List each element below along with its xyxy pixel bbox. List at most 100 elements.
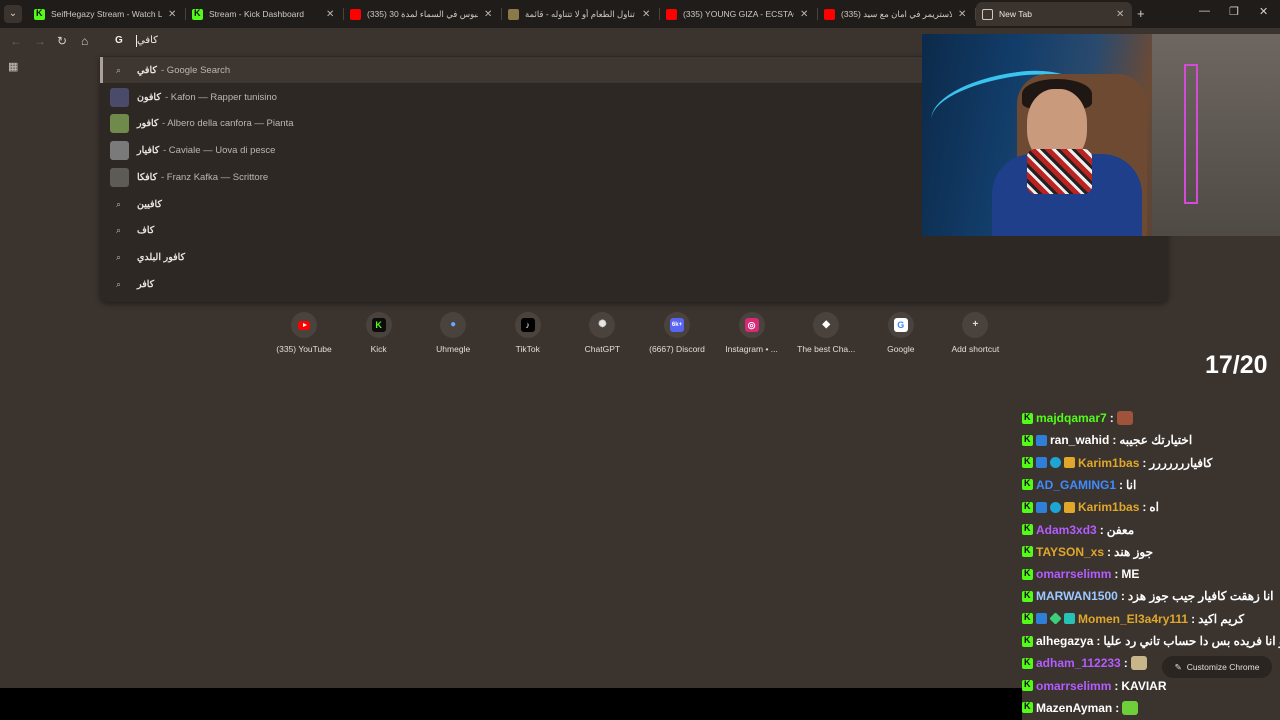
shortcut-tile[interactable]: ● Uhmegle: [413, 312, 493, 354]
kick-icon: [192, 8, 203, 20]
shortcut-tile[interactable]: + Add shortcut: [935, 312, 1015, 354]
suggestion-text: كافور: [137, 118, 159, 130]
forward-icon[interactable]: →: [34, 34, 46, 48]
suggestion-row[interactable]: ⌕ كافر: [100, 271, 1168, 297]
chat-username: Adam3xd3: [1036, 522, 1097, 537]
shortcut-tile[interactable]: ◆ The best Cha...: [786, 312, 866, 354]
chat-message: Adam3xd3 : معفن: [1022, 520, 1134, 540]
restore-icon[interactable]: ❐: [1229, 5, 1239, 18]
shortcut-label: Add shortcut: [951, 344, 1000, 354]
shortcut-tile[interactable]: ◎ Instagram • ...: [712, 312, 792, 354]
green-badge-icon: [1049, 612, 1062, 625]
minimize-icon[interactable]: —: [1199, 5, 1210, 17]
chat-text: يسيفو انا فريده بس دا حساب تاني رد عليا: [1103, 634, 1280, 648]
shortcut-tile[interactable]: K Kick: [339, 312, 419, 354]
home-icon[interactable]: ⌂: [81, 34, 88, 48]
suggestion-thumbnail: [110, 114, 129, 134]
chat-message: omarrselimm : KAVIAR: [1022, 676, 1167, 696]
search-icon: ⌕: [116, 225, 122, 236]
search-icon: ⌕: [116, 65, 122, 75]
tab-title: (335) الاستريمر في امان مع سيد: [841, 8, 952, 19]
blue-badge-icon: [1036, 613, 1047, 625]
chat-username: TAYSON_xs: [1036, 544, 1105, 559]
tab-close-icon[interactable]: ✕: [642, 9, 652, 20]
shortcut-icon-circle: ◎: [738, 312, 765, 338]
reload-icon[interactable]: ↻: [57, 34, 67, 48]
chat-username: Karim1bas: [1078, 500, 1140, 515]
search-icon: ⌕: [116, 198, 122, 209]
tab-close-icon[interactable]: ✕: [958, 9, 968, 20]
tab-title: (335) محبوس في السماء لمدة 30: [367, 8, 478, 19]
shortcut-label: Instagram • ...: [725, 344, 778, 354]
tab-close-icon[interactable]: ✕: [168, 9, 178, 20]
chat-separator: :: [1112, 433, 1117, 448]
tab-close-icon[interactable]: ✕: [326, 9, 336, 20]
suggestion-text: كافي: [137, 65, 157, 76]
suggestion-description: - Google Search: [161, 65, 231, 76]
bottom-bar: [0, 688, 1022, 720]
window-close-icon[interactable]: ✕: [1259, 5, 1268, 18]
shortcut-tile[interactable]: G Google: [861, 312, 941, 354]
tab-strip: ⌄ SeifHegazy Stream - Watch Live✕Stream …: [0, 0, 1280, 28]
kick-badge-icon: [1022, 501, 1033, 513]
tab-1[interactable]: Stream - Kick Dashboard ✕: [186, 2, 342, 26]
gold-badge-icon: [1064, 457, 1075, 469]
kick-badge-icon: [1022, 456, 1033, 469]
chat-text: ME: [1121, 567, 1140, 582]
customize-chrome-button[interactable]: ✎ Customize Chrome: [1162, 656, 1272, 678]
tab-search-button[interactable]: ⌄: [4, 5, 22, 23]
suggestion-text: كافكا: [137, 171, 158, 183]
shortcut-tile[interactable]: ♪ TikTok: [488, 312, 568, 354]
tab-title: New Tab: [999, 9, 1032, 19]
chat-message: majdqamar7 :: [1022, 408, 1133, 428]
shortcut-tile[interactable]: ✺ ChatGPT: [562, 312, 642, 354]
suggestion-description: - Kafon — Rapper tunisino: [165, 91, 277, 103]
suggestion-text: كافيين: [137, 198, 162, 210]
tab-title: (335) YOUNG GIZA - ECSTACY: [683, 9, 794, 19]
tab-close-icon[interactable]: ✕: [484, 9, 494, 20]
chat-message: MazenAyman :: [1022, 698, 1139, 718]
chat-text: انا: [1126, 477, 1137, 492]
tab-close-icon[interactable]: ✕: [800, 9, 810, 20]
chat-username: adham_112233: [1036, 656, 1121, 671]
chat-username: MazenAyman: [1036, 700, 1113, 715]
chat-separator: :: [1115, 700, 1120, 715]
apps-grid-icon[interactable]: ▦: [8, 60, 18, 73]
kick-badge-icon: [1022, 612, 1033, 625]
shortcut-tile[interactable]: (335) YouTube: [264, 312, 344, 354]
tab-3[interactable]: تناول الطعام أو لا تتناوله - قائمة ✕: [502, 2, 658, 26]
kick-icon: [34, 8, 45, 20]
search-icon: ⌕: [116, 251, 122, 262]
tab-4[interactable]: (335) YOUNG GIZA - ECSTACY ✕: [660, 2, 816, 26]
tab-0[interactable]: SeifHegazy Stream - Watch Live ✕: [28, 2, 184, 26]
kick-badge-icon: [1022, 568, 1033, 580]
chat-separator: :: [1096, 634, 1101, 648]
new-tab-button[interactable]: +: [1137, 6, 1145, 21]
suggestion-description: - Caviale — Uova di pesce: [163, 145, 276, 157]
shortcut-icon-circle: 6k+: [664, 312, 690, 338]
shortcut-tile[interactable]: 6k+ (6667) Discord: [637, 312, 717, 354]
omnibox-input[interactable]: كافي: [137, 35, 158, 46]
tab-close-icon[interactable]: ✕: [1116, 9, 1126, 20]
shortcut-icon-circle: ◆: [813, 312, 840, 338]
chat-message: adham_112233 :: [1022, 653, 1147, 673]
tab-2[interactable]: (335) محبوس في السماء لمدة 30 ✕: [344, 2, 500, 26]
chat-message: ran_wahid : اختيارتك عجيبه: [1022, 430, 1192, 450]
suggestion-text: كاف: [137, 225, 155, 237]
back-icon[interactable]: ←: [10, 34, 22, 48]
shortcut-icon-circle: K: [365, 312, 392, 338]
tab-6[interactable]: New Tab ✕: [976, 2, 1132, 26]
chat-username: alhegazya: [1036, 634, 1094, 648]
suggestion-row[interactable]: ⌕ كافور البلدي: [100, 244, 1168, 270]
shortcut-label: The best Cha...: [797, 344, 856, 354]
chat-text: KAVIAR: [1121, 678, 1167, 693]
kick-badge-icon: [1022, 590, 1033, 602]
shortcut-icon-circle: ✺: [589, 312, 616, 338]
chat-message: MARWAN1500 : انا زهقت كافيار جيب جوز هزد: [1022, 586, 1274, 606]
tab-5[interactable]: (335) الاستريمر في امان مع سيد ✕: [818, 2, 974, 26]
shortcut-label: ChatGPT: [584, 344, 621, 354]
youtube-icon: [298, 321, 310, 330]
kick-badge-icon: [1022, 412, 1033, 424]
kick-badge-icon: [1022, 679, 1033, 692]
tab-title: تناول الطعام أو لا تتناوله - قائمة: [525, 8, 635, 19]
